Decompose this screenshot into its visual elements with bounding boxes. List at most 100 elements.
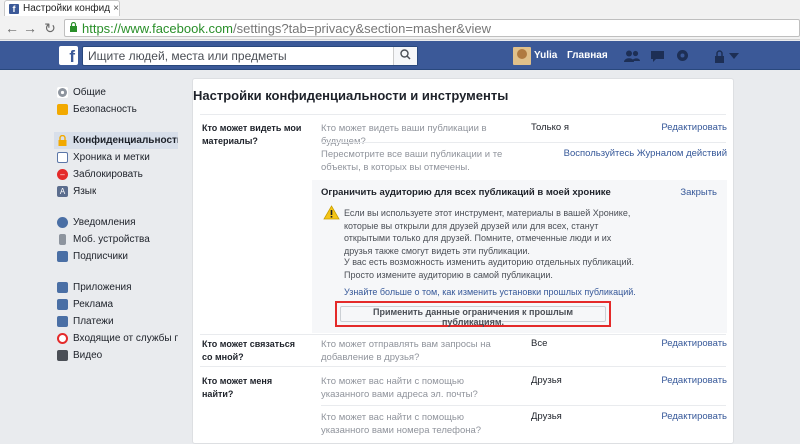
url-host: https://www.facebook.com [82, 20, 234, 36]
browser-tab[interactable]: f Настройки конфиденциа × [4, 0, 120, 16]
section-label-contact: Кто может связаться со мной? [202, 339, 295, 362]
sidebar-item-label: Входящие от службы по... [73, 333, 178, 344]
sidebar-group: Конфиденциальность Хроника и метки – Заб… [54, 132, 178, 200]
sidebar-item-mobile[interactable]: Моб. устройства [56, 231, 178, 248]
block-icon: – [57, 169, 68, 180]
sidebar-item-blocking[interactable]: – Заблокировать [56, 166, 178, 183]
highlight-frame: Применить данные ограничения к прошлым п… [335, 301, 611, 327]
section-label-find: Кто может меня найти? [202, 376, 273, 399]
sidebar-item-label: Язык [73, 186, 97, 197]
sidebar-item-label: Подписчики [73, 251, 129, 262]
value-find-by-email: Друзья [531, 375, 562, 386]
sidebar-item-video[interactable]: Видео [56, 347, 178, 364]
lock-icon [57, 135, 68, 146]
gear-icon [57, 87, 68, 98]
privacy-settings-panel: Настройки конфиденциальности и инструмен… [192, 78, 734, 444]
video-icon [57, 350, 68, 361]
limit-title: Ограничить аудиторию для всех публикаций… [321, 187, 611, 198]
browser-tab-bar: f Настройки конфиденциа × [0, 0, 800, 16]
question-find-by-phone: Кто может вас найти с помощью указанного… [321, 412, 482, 436]
question-find-by-email: Кто может вас найти с помощью указанного… [321, 376, 478, 400]
divider [321, 142, 726, 143]
sidebar-item-timeline[interactable]: Хроника и метки [56, 149, 178, 166]
sidebar-item-label: Хроника и метки [73, 152, 150, 163]
search-icon [400, 49, 411, 63]
facebook-favicon-icon: f [9, 3, 19, 14]
sidebar-group: Общие Безопасность [56, 84, 178, 118]
sidebar-item-label: Заблокировать [73, 169, 143, 180]
back-icon[interactable]: ← [4, 20, 20, 36]
page-title-text: Настройки конфиденциальности и инструмен… [193, 88, 509, 103]
apps-icon [57, 282, 68, 293]
forward-icon[interactable]: → [22, 20, 38, 36]
payments-icon [57, 316, 68, 327]
sidebar-item-followers[interactable]: Подписчики [56, 248, 178, 265]
sidebar-item-support-inbox[interactable]: Входящие от службы по... [56, 330, 178, 347]
lock-icon [69, 21, 78, 35]
edit-link[interactable]: Редактировать [661, 338, 727, 349]
avatar[interactable] [513, 47, 531, 65]
facebook-logo-icon[interactable]: f [59, 46, 78, 66]
sidebar-item-label: Уведомления [73, 217, 136, 228]
edit-link[interactable]: Редактировать [661, 375, 727, 386]
messages-icon[interactable] [648, 47, 666, 65]
sidebar-item-label: Приложения [73, 282, 132, 293]
search-input[interactable] [83, 47, 393, 65]
support-icon [57, 333, 68, 344]
profile-link[interactable]: Yulia [534, 50, 557, 61]
sidebar-item-apps[interactable]: Приложения [56, 279, 178, 296]
search-box [82, 46, 418, 66]
sidebar-item-ads[interactable]: Реклама [56, 296, 178, 313]
rss-icon [57, 251, 68, 262]
warning-icon [323, 205, 340, 223]
limit-note: У вас есть возможность изменить аудитори… [344, 257, 635, 280]
apply-limit-button[interactable]: Применить данные ограничения к прошлым п… [340, 306, 606, 327]
value-friend-requests: Все [531, 338, 548, 349]
mobile-icon [59, 234, 66, 245]
home-link[interactable]: Главная [567, 50, 608, 61]
sidebar-item-label: Безопасность [73, 104, 137, 115]
sidebar-item-security[interactable]: Безопасность [56, 101, 178, 118]
activity-log-link[interactable]: Воспользуйтесь Журналом действий [564, 148, 727, 159]
sidebar-item-general[interactable]: Общие [56, 84, 178, 101]
learn-more-link[interactable]: Узнайте больше о том, как изменить устан… [344, 287, 636, 297]
close-link[interactable]: Закрыть [680, 187, 717, 198]
divider [200, 334, 726, 335]
sidebar-item-notifications[interactable]: Уведомления [56, 214, 178, 231]
question-future-posts: Кто может видеть ваши публикации в будущ… [321, 123, 487, 147]
divider [321, 405, 726, 406]
tab-close-icon[interactable]: × [113, 3, 119, 14]
question-review-posts: Пересмотрите все ваши публикации и те об… [321, 149, 503, 173]
address-bar[interactable]: https://www.facebook.com/settings?tab=pr… [64, 19, 800, 37]
sidebar-group: Приложения Реклама Платежи Входящие от с… [56, 279, 178, 364]
settings-sidebar: Общие Безопасность Конфиденциальность Хр… [54, 84, 178, 378]
value-future-posts: Только я [531, 122, 569, 133]
section-label-see: Кто может видеть мои материалы? [202, 123, 302, 146]
tab-title: Настройки конфиденциа [23, 3, 111, 14]
question-friend-requests: Кто может отправлять вам запросы на доба… [321, 339, 491, 363]
sidebar-group: Уведомления Моб. устройства Подписчики [56, 214, 178, 265]
account-menu-icon[interactable] [725, 47, 743, 65]
divider [200, 366, 726, 367]
notifications-icon[interactable] [673, 47, 691, 65]
browser-navbar: ← → ↻ https://www.facebook.com/settings?… [0, 16, 800, 40]
shield-icon [57, 104, 68, 115]
sidebar-item-label: Платежи [73, 316, 114, 327]
sidebar-item-privacy[interactable]: Конфиденциальность [54, 132, 178, 149]
edit-link[interactable]: Редактировать [661, 411, 727, 422]
timeline-icon [57, 152, 68, 163]
sidebar-item-label: Конфиденциальность [73, 135, 178, 146]
friend-requests-icon[interactable] [623, 47, 641, 65]
limit-description: Если вы используете этот инструмент, мат… [344, 208, 631, 256]
url-path: /settings?tab=privacy&section=masher&vie… [233, 20, 491, 36]
reload-icon[interactable]: ↻ [42, 20, 58, 36]
ads-icon [57, 299, 68, 310]
search-button[interactable] [393, 47, 417, 65]
edit-link[interactable]: Редактировать [661, 122, 727, 133]
sidebar-item-label: Моб. устройства [73, 234, 150, 245]
globe-icon [57, 217, 68, 228]
limit-past-posts-box: Ограничить аудиторию для всех публикаций… [312, 180, 727, 333]
sidebar-item-payments[interactable]: Платежи [56, 313, 178, 330]
sidebar-item-language[interactable]: A Язык [56, 183, 178, 200]
divider [200, 114, 726, 115]
